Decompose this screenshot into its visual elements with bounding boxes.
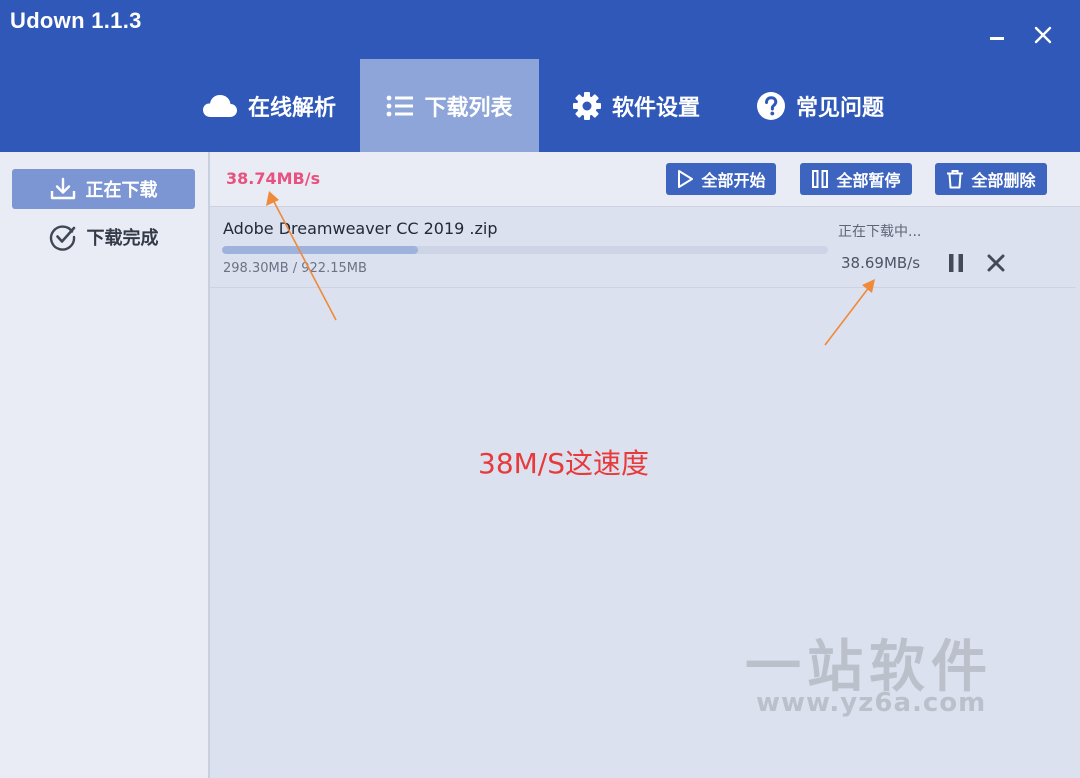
close-icon bbox=[987, 254, 1005, 272]
gear-icon bbox=[572, 91, 602, 121]
remove-download-button[interactable] bbox=[984, 251, 1008, 275]
sidebar-item-label: 正在下载 bbox=[85, 180, 158, 201]
tab-download-list[interactable]: 下载列表 bbox=[360, 59, 539, 152]
sidebar-item-label: 下载完成 bbox=[86, 228, 159, 249]
pause-download-button[interactable] bbox=[944, 251, 968, 275]
tab-faq[interactable]: 常见问题 bbox=[740, 59, 900, 152]
arrow-to-row-speed bbox=[824, 285, 871, 346]
delete-all-button[interactable]: 全部删除 bbox=[935, 163, 1047, 195]
start-all-button[interactable]: 全部开始 bbox=[666, 163, 776, 195]
cloud-icon bbox=[202, 94, 238, 118]
file-size: 298.30MB / 922.15MB bbox=[223, 261, 367, 276]
list-icon bbox=[386, 94, 414, 118]
download-status: 正在下载中... bbox=[838, 224, 922, 240]
sidebar-item-downloading[interactable]: 正在下载 bbox=[12, 169, 195, 209]
app-title: Udown 1.1.3 bbox=[10, 8, 142, 33]
start-all-label: 全部开始 bbox=[701, 171, 766, 190]
download-speed: 38.69MB/s bbox=[841, 254, 921, 272]
download-icon bbox=[50, 177, 76, 201]
check-circle-icon bbox=[49, 223, 77, 251]
pause-icon bbox=[949, 254, 963, 272]
minimize-icon bbox=[990, 37, 1004, 40]
pause-outline-icon bbox=[811, 169, 829, 189]
download-toolbar: 38.74MB/s 全部开始 全部暂停 全部删除 bbox=[210, 152, 1080, 207]
watermark-url: www.yz6a.com bbox=[756, 688, 987, 718]
tab-label: 常见问题 bbox=[795, 95, 884, 121]
tab-label: 下载列表 bbox=[424, 95, 513, 121]
tab-label: 软件设置 bbox=[611, 95, 700, 121]
pause-all-button[interactable]: 全部暂停 bbox=[800, 163, 912, 195]
minimize-button[interactable] bbox=[980, 18, 1014, 52]
close-icon bbox=[1034, 26, 1052, 44]
sidebar-item-completed[interactable]: 下载完成 bbox=[12, 217, 195, 257]
question-icon bbox=[756, 91, 786, 121]
progress-fill bbox=[222, 246, 419, 254]
annotation-note: 38M/S这速度 bbox=[478, 447, 649, 480]
play-icon bbox=[676, 169, 694, 189]
main-nav: 在线解析 下载列表 软件设置 常见问题 bbox=[0, 59, 1080, 152]
sidebar: 正在下载 下载完成 bbox=[0, 152, 210, 778]
file-name: Adobe Dreamweaver CC 2019 .zip bbox=[223, 219, 498, 238]
download-row[interactable]: Adobe Dreamweaver CC 2019 .zip 298.30MB … bbox=[210, 207, 1076, 288]
close-window-button[interactable] bbox=[1026, 18, 1060, 52]
delete-all-label: 全部删除 bbox=[971, 171, 1036, 190]
trash-icon bbox=[946, 169, 964, 189]
tab-label: 在线解析 bbox=[247, 95, 336, 121]
pause-all-label: 全部暂停 bbox=[836, 171, 901, 190]
total-speed: 38.74MB/s bbox=[226, 169, 321, 188]
tab-online-parse[interactable]: 在线解析 bbox=[186, 59, 352, 152]
udown-window: Udown 1.1.3 在线解析 下载列表 软件设置 常见问题 正在下载 下载完… bbox=[0, 0, 1080, 778]
progress-bar bbox=[222, 246, 828, 254]
header-bar: Udown 1.1.3 在线解析 下载列表 软件设置 常见问题 bbox=[0, 0, 1080, 152]
tab-settings[interactable]: 软件设置 bbox=[556, 59, 716, 152]
